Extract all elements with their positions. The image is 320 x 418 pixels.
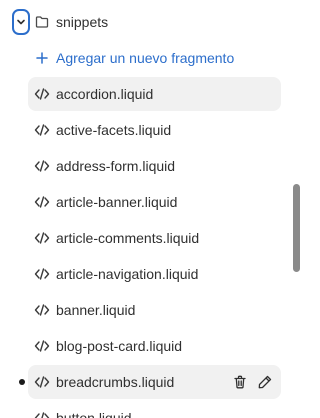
chevron-down-icon — [17, 19, 25, 25]
file-item[interactable]: blog-post-card.liquid — [0, 328, 290, 364]
file-name: banner.liquid — [56, 302, 136, 318]
unsaved-changes-dot — [19, 379, 25, 385]
folder-name: snippets — [56, 14, 109, 30]
pencil-icon[interactable] — [257, 374, 273, 390]
code-icon — [34, 376, 50, 388]
folder-row-snippets[interactable]: snippets — [0, 4, 290, 40]
file-tree-panel: snippets Agregar un nuevo fragmento acco… — [0, 0, 308, 418]
add-snippet-label: Agregar un nuevo fragmento — [56, 50, 235, 66]
code-icon — [34, 196, 50, 208]
file-item[interactable]: active-facets.liquid — [0, 112, 290, 148]
file-name: button.liquid — [56, 410, 132, 418]
file-item[interactable]: button.liquid — [0, 400, 290, 418]
plus-icon — [36, 52, 48, 64]
file-name: accordion.liquid — [56, 86, 154, 102]
folder-icon — [35, 16, 49, 28]
file-name: article-comments.liquid — [56, 230, 200, 246]
code-icon — [34, 268, 50, 280]
file-item[interactable]: address-form.liquid — [0, 148, 290, 184]
file-name: address-form.liquid — [56, 158, 176, 174]
code-icon — [34, 232, 50, 244]
file-item[interactable]: accordion.liquid — [0, 76, 290, 112]
code-icon — [34, 124, 50, 136]
code-icon — [34, 304, 50, 316]
file-item[interactable]: article-banner.liquid — [0, 184, 290, 220]
add-snippet-button[interactable]: Agregar un nuevo fragmento — [0, 40, 290, 76]
file-name: article-banner.liquid — [56, 194, 178, 210]
file-item[interactable]: article-comments.liquid — [0, 220, 290, 256]
file-name: article-navigation.liquid — [56, 266, 199, 282]
code-icon — [34, 340, 50, 352]
file-name: breadcrumbs.liquid — [56, 374, 175, 390]
trash-icon[interactable] — [232, 374, 248, 390]
file-list: accordion.liquid active-facets.liquid addr… — [0, 76, 290, 418]
file-item[interactable]: article-navigation.liquid — [0, 256, 290, 292]
folder-toggle-button[interactable] — [12, 9, 30, 35]
file-name: blog-post-card.liquid — [56, 338, 183, 354]
code-icon — [34, 88, 50, 100]
code-icon — [34, 160, 50, 172]
file-item[interactable]: breadcrumbs.liquid — [0, 364, 290, 400]
scrollbar-thumb[interactable] — [293, 184, 300, 272]
file-name: active-facets.liquid — [56, 122, 172, 138]
code-icon — [34, 412, 50, 418]
file-item[interactable]: banner.liquid — [0, 292, 290, 328]
